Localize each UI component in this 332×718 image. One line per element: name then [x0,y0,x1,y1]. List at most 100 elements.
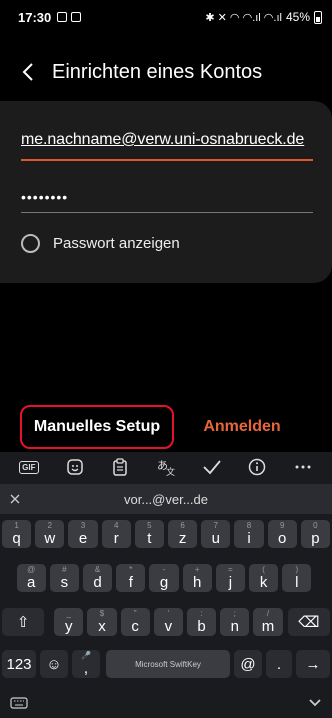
battery-icon [314,10,322,24]
key-label: x [98,617,106,635]
key-y[interactable]: _ y [54,608,84,636]
enter-key[interactable]: → [296,650,330,678]
translate-button[interactable]: あ文 [152,454,180,480]
key-label: d [93,573,102,591]
gif-icon: GIF [19,460,39,474]
sticker-icon [66,459,83,475]
key-d[interactable]: & d [83,564,113,592]
more-icon [295,465,311,469]
key-e[interactable]: 3e [68,520,98,548]
key-label: c [131,617,139,635]
key-x[interactable]: $ x [87,608,117,636]
key-q[interactable]: 1q [2,520,32,548]
show-password-radio[interactable] [21,234,40,253]
key-u[interactable]: 7u [201,520,231,548]
key-hint: ) [295,565,299,574]
key-label: m [261,617,275,635]
check-button[interactable] [198,454,226,480]
key-hint: # [62,565,67,574]
key-label: , [83,659,89,677]
check-icon [203,460,221,475]
key-hint: 9 [279,521,285,530]
key-label: q [12,529,21,547]
sticker-button[interactable] [61,454,89,480]
password-value: •••••••• [21,189,69,205]
key-b[interactable]: :b [186,608,217,636]
key-label: u [211,529,220,547]
more-button[interactable] [289,454,317,480]
key-label: Microsoft SwiftKey [135,659,201,669]
collapse-toolbar-button[interactable] [0,491,30,507]
key-t[interactable]: 5t [134,520,164,548]
key-c[interactable]: " c [120,608,150,636]
key-label: o [278,529,287,547]
key-label: n [230,617,239,635]
key-label: h [193,573,202,591]
key-p[interactable]: 0p [300,520,330,548]
comma-mic-key[interactable]: 🎤, [72,650,100,678]
key-z[interactable]: 6z [168,520,198,548]
key-i[interactable]: 8i [234,520,264,548]
period-key[interactable]: . [266,650,292,678]
key-label: b [197,617,206,635]
key-v[interactable]: ' v [153,608,183,636]
key-hint: @ [27,565,36,574]
key-label: f [128,573,133,591]
key-hint: $ [99,609,105,618]
key-label: ☺ [46,655,62,673]
key-h[interactable]: + h [182,564,212,592]
key-l[interactable]: ) l [282,564,312,592]
clipboard-icon [113,458,127,476]
key-w[interactable]: 2w [35,520,65,548]
key-hint: 1 [14,521,19,530]
at-key[interactable]: @ [234,650,262,678]
key-j[interactable]: = j [215,564,245,592]
key-hint: 🎤 [81,651,91,660]
backspace-key[interactable]: ⌫ [287,608,330,636]
key-label: ⇧ [16,614,30,631]
back-button[interactable] [8,52,48,92]
key-label: y [65,617,73,635]
page-title: Einrichten eines Kontos [52,60,263,83]
key-label: w [44,529,56,547]
suggestion-item[interactable]: vor...@ver...de [30,492,302,507]
key-label: s [60,573,69,591]
key-hint: 2 [47,521,52,530]
gif-button[interactable]: GIF [15,454,43,480]
key-label: . [276,655,282,673]
key-label: z [178,529,187,547]
numbers-key[interactable]: 123 [2,650,36,678]
key-hint: * [129,565,133,574]
connectivity-icons: ✱ ✕ ◠ ◠.ıl ◠.ıl [205,11,282,24]
key-r[interactable]: 4r [101,520,131,548]
key-label: l [295,573,299,591]
keyboard-switch-icon[interactable] [10,697,28,709]
key-hint: / [266,609,270,618]
status-time: 17:30 [18,9,52,25]
key-hint: & [94,565,101,574]
key-label: p [311,529,320,547]
key-label: ⌫ [298,614,320,631]
key-hint: 8 [246,521,252,530]
space-key[interactable]: Microsoft SwiftKey [106,650,230,678]
key-a[interactable]: @ a [16,564,46,592]
key-k[interactable]: (k [249,564,279,592]
key-label: → [305,655,321,673]
key-hint: 5 [147,521,152,530]
emoji-key[interactable]: ☺ [40,650,68,678]
key-f[interactable]: * f [116,564,146,592]
hide-keyboard-icon[interactable] [308,698,322,708]
key-m[interactable]: / m [253,608,283,636]
clipboard-button[interactable] [106,454,134,480]
shift-key[interactable]: ⇧ [2,608,45,636]
password-field[interactable]: •••••••• [21,183,313,213]
key-s[interactable]: # s [49,564,79,592]
key-g[interactable]: -g [149,564,179,592]
show-password-toggle[interactable]: Passwort anzeigen [21,234,180,253]
key-o[interactable]: 9o [267,520,297,548]
login-button[interactable]: Anmelden [192,405,292,449]
info-button[interactable] [243,454,271,480]
manual-setup-button[interactable]: Manuelles Setup [20,405,174,449]
email-field[interactable]: me.nachname@verw.uni-osnabrueck.de [21,131,313,161]
key-n[interactable]: ; n [220,608,250,636]
